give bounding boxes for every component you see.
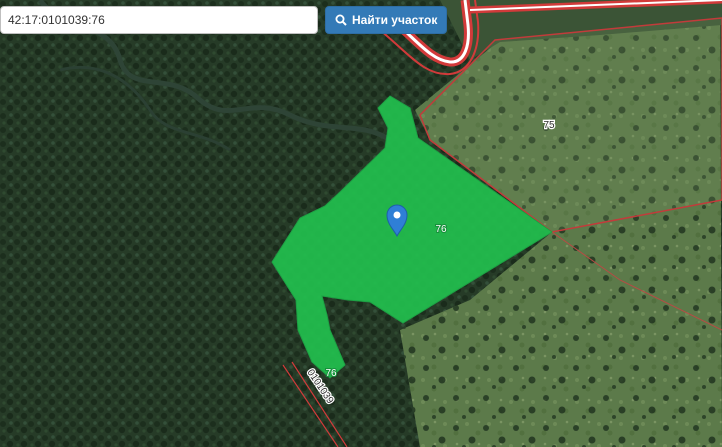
search-icon [335, 14, 347, 26]
find-parcel-button[interactable]: Найти участок [325, 6, 448, 34]
parcel-76-label-2: 76 [325, 368, 337, 379]
find-parcel-button-label: Найти участок [352, 13, 438, 27]
parcel-76-label: 76 [435, 224, 447, 235]
search-bar: Найти участок [0, 6, 448, 34]
cadastral-number-input[interactable] [0, 6, 318, 34]
parcel-75-label: 75 [543, 120, 555, 131]
satellite-map[interactable]: 75 0101039 76 76 [0, 0, 722, 447]
